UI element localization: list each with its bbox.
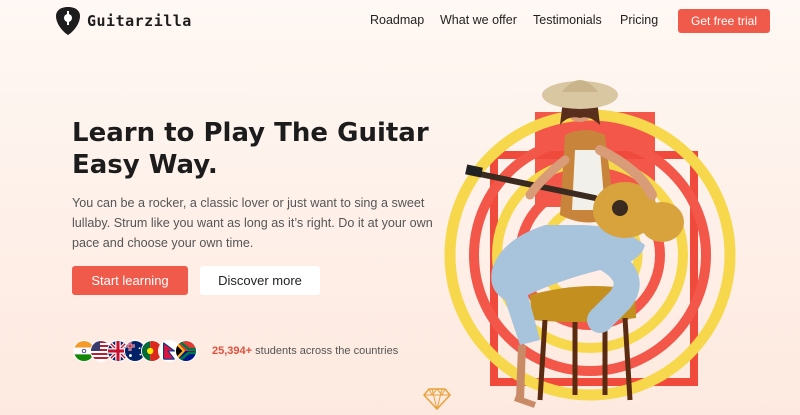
hero-title-line-1: Learn to Play The Guitar xyxy=(72,118,429,148)
guitar-pick-icon xyxy=(56,7,80,35)
students-count: 25,394+ xyxy=(212,345,253,357)
get-free-trial-button[interactable]: Get free trial xyxy=(678,9,770,33)
nav-item-roadmap[interactable]: Roadmap xyxy=(370,13,424,27)
students-label: students across the countries xyxy=(252,345,399,357)
brand-name: Guitarzilla xyxy=(87,12,192,30)
nav-item-testimonials[interactable]: Testimonials xyxy=(533,13,602,27)
hero-illustration xyxy=(444,80,736,408)
hero-title-line-2: Easy Way. xyxy=(72,150,218,180)
hero-title: Learn to Play The Guitar Easy Way. xyxy=(72,117,452,181)
country-flags xyxy=(73,340,197,362)
start-learning-button[interactable]: Start learning xyxy=(72,266,188,295)
students-count-text: 25,394+ students across the countries xyxy=(212,345,398,357)
nav-item-pricing[interactable]: Pricing xyxy=(620,13,658,27)
logo[interactable]: Guitarzilla xyxy=(55,6,192,36)
discover-more-button[interactable]: Discover more xyxy=(200,266,320,295)
hero-subtitle: You can be a rocker, a classic lover or … xyxy=(72,196,433,250)
nav-item-what-we-offer[interactable]: What we offer xyxy=(440,13,517,27)
site-header: Guitarzilla Roadmap What we offer Testim… xyxy=(0,0,800,44)
diamond-icon xyxy=(423,388,451,411)
south-africa-flag-icon xyxy=(175,340,197,362)
